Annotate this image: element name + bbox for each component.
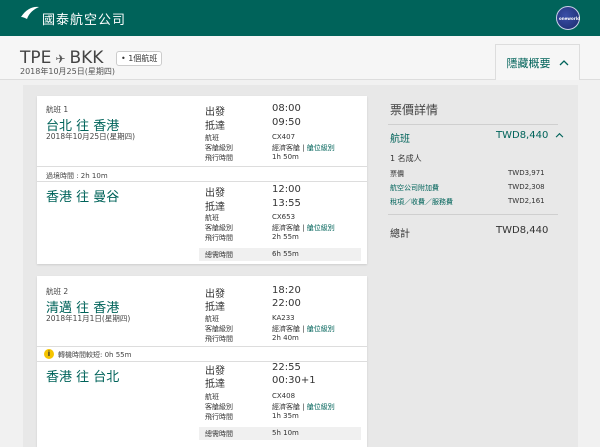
booking-class-link[interactable]: 艙位級別 xyxy=(307,224,335,232)
cabin-value: 經濟客艙 | 艙位級別 xyxy=(272,325,335,333)
fare-flight-toggle[interactable]: 航班 xyxy=(390,130,410,145)
fare-divider xyxy=(388,124,558,125)
arrive-time: 00:30+1 xyxy=(272,375,316,386)
duration-label: 飛行時間 xyxy=(205,335,233,343)
flight-number: CX653 xyxy=(272,213,296,221)
flight-1-date: 2018年10月25日(星期四) xyxy=(46,132,136,141)
oneworld-badge-text: oneworld xyxy=(559,16,580,21)
flight-1-segment-2-route: 香港 往 曼谷 xyxy=(46,190,120,205)
taxes-fees-link[interactable]: 稅項／收費／服務費 xyxy=(390,197,453,207)
fare-total-amount: TWD8,440 xyxy=(496,225,549,236)
arrive-time: 22:00 xyxy=(272,298,301,309)
chevron-up-icon xyxy=(559,60,568,66)
brand-name[interactable]: 國泰航空公司 xyxy=(42,9,126,28)
arrive-time: 13:55 xyxy=(272,198,301,209)
flight-1-tag: 航班 1 xyxy=(46,105,69,114)
cabin-value: 經濟客艙 | 艙位級別 xyxy=(272,224,335,232)
flight-number-label: 航班 xyxy=(205,393,219,401)
total-time-label: 總需時間 xyxy=(205,430,233,438)
cabin-label: 客艙級別 xyxy=(205,325,233,333)
segment-divider xyxy=(37,181,367,182)
fare-item-amount: TWD3,971 xyxy=(508,169,545,177)
flight-number: KA233 xyxy=(272,314,295,322)
total-time-label: 總需時間 xyxy=(205,251,233,259)
flight-number-label: 航班 xyxy=(205,134,219,142)
segment-divider xyxy=(37,346,367,347)
oneworld-logo-icon: oneworld xyxy=(556,6,580,30)
flight-number-label: 航班 xyxy=(205,315,219,323)
total-time: 5h 10m xyxy=(272,429,299,437)
origin-code: TPE xyxy=(20,48,52,68)
total-time: 6h 55m xyxy=(272,250,299,258)
arrive-label: 抵達 xyxy=(205,302,225,313)
cabin-name: 經濟客艙 xyxy=(272,325,300,333)
cabin-label: 客艙級別 xyxy=(205,144,233,152)
segment-divider xyxy=(37,166,367,167)
cabin-label: 客艙級別 xyxy=(205,403,233,411)
destination-code: BKK xyxy=(69,48,104,68)
short-connection-time: 轉機時間較短: 0h 55m xyxy=(58,351,132,359)
booking-class-link[interactable]: 艙位級別 xyxy=(307,403,335,411)
fare-total-label: 總計 xyxy=(390,229,410,240)
flight-duration: 2h 55m xyxy=(272,233,299,241)
duration-label: 飛行時間 xyxy=(205,234,233,242)
flight-duration: 1h 35m xyxy=(272,412,299,420)
booking-class-link[interactable]: 艙位級別 xyxy=(307,144,335,152)
duration-label: 飛行時間 xyxy=(205,413,233,421)
depart-time: 18:20 xyxy=(272,285,301,296)
brushwing-logo-icon[interactable] xyxy=(20,5,40,23)
duration-label: 飛行時間 xyxy=(205,154,233,162)
segment-divider xyxy=(37,361,367,362)
hide-summary-label: 隱藏概要 xyxy=(506,56,551,70)
depart-label: 出發 xyxy=(205,107,225,118)
fare-flight-amount[interactable]: TWD8,440 xyxy=(496,130,564,141)
cabin-label: 客艙級別 xyxy=(205,224,233,232)
cabin-name: 經濟客艙 xyxy=(272,224,300,232)
warning-icon: i xyxy=(44,349,54,359)
cabin-value: 經濟客艙 | 艙位級別 xyxy=(272,144,335,152)
arrive-time: 09:50 xyxy=(272,117,301,128)
flight-duration: 1h 50m xyxy=(272,153,299,161)
cabin-name: 經濟客艙 xyxy=(272,144,300,152)
arrive-label: 抵達 xyxy=(205,202,225,213)
cabin-name: 經濟客艙 xyxy=(272,403,300,411)
fare-divider xyxy=(388,214,558,215)
carrier-surcharge-link[interactable]: 航空公司附加費 xyxy=(390,183,439,193)
stops-badge: • 1個航班 xyxy=(116,51,163,66)
hide-summary-button[interactable]: 隱藏概要 xyxy=(495,44,580,80)
depart-time: 08:00 xyxy=(272,103,301,114)
cabin-value: 經濟客艙 | 艙位級別 xyxy=(272,403,335,411)
flight-2-date: 2018年11月1日(星期四) xyxy=(46,314,131,323)
chevron-up-icon xyxy=(555,132,563,138)
plane-icon: ✈ xyxy=(55,52,66,66)
top-bar: 國泰航空公司 oneworld xyxy=(0,0,600,36)
depart-time: 12:00 xyxy=(272,184,301,195)
booking-class-link[interactable]: 艙位級別 xyxy=(307,325,335,333)
layover-time: 過境時間 : 2h 10m xyxy=(46,172,108,180)
depart-time: 22:55 xyxy=(272,362,301,373)
route-title: TPE ✈ BKK xyxy=(20,48,103,68)
fare-item-amount: TWD2,308 xyxy=(508,183,545,191)
arrive-label: 抵達 xyxy=(205,379,225,390)
passenger-count: 1 名成人 xyxy=(390,154,422,163)
trip-date: 2018年10月25日(星期四) xyxy=(20,67,115,76)
depart-label: 出發 xyxy=(205,188,225,199)
fare-item-amount: TWD2,161 xyxy=(508,197,545,205)
flight-number: CX408 xyxy=(272,392,296,400)
flight-duration: 2h 40m xyxy=(272,334,299,342)
arrive-label: 抵達 xyxy=(205,121,225,132)
fare-details-title: 票價詳情 xyxy=(390,103,439,117)
fare-item-label: 票價 xyxy=(390,170,404,178)
flight-2-segment-2-route: 香港 往 台北 xyxy=(46,370,120,385)
flight-number-label: 航班 xyxy=(205,214,219,222)
fare-flight-amount-value: TWD8,440 xyxy=(496,130,549,141)
flight-2-tag: 航班 2 xyxy=(46,287,69,296)
flight-number: CX407 xyxy=(272,133,296,141)
